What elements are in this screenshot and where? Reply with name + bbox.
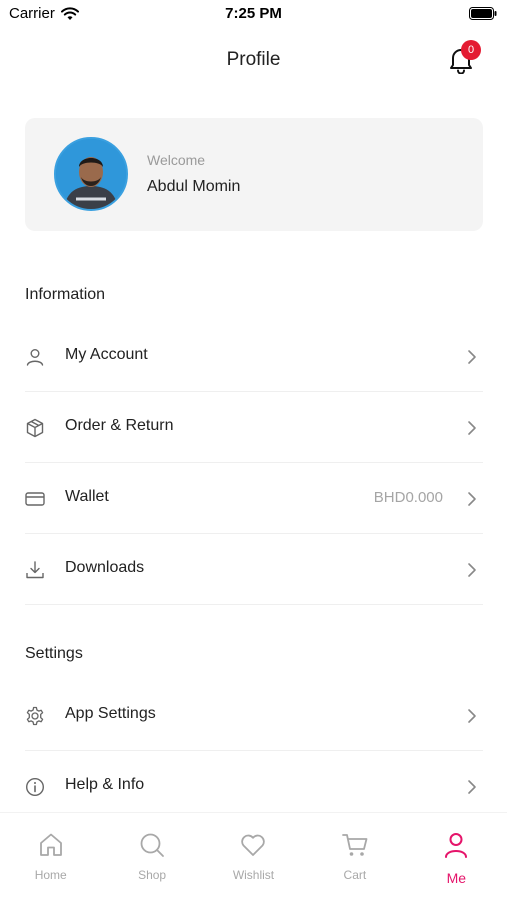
tab-cart[interactable]: Cart — [304, 813, 405, 900]
tab-wishlist[interactable]: Wishlist — [203, 813, 304, 900]
tab-shop[interactable]: Shop — [101, 813, 202, 900]
menu-item-app-settings[interactable]: App Settings — [25, 680, 483, 751]
avatar[interactable] — [54, 137, 128, 211]
wallet-balance: BHD0.000 — [373, 489, 443, 506]
section-title-information: Information — [25, 286, 106, 303]
menu-item-label: My Account — [65, 346, 148, 363]
menu-item-downloads[interactable]: Downloads — [25, 534, 483, 605]
menu-item-wallet[interactable]: Wallet BHD0.000 — [25, 463, 483, 534]
menu-item-label: App Settings — [65, 705, 156, 722]
menu-item-label: Downloads — [65, 559, 145, 576]
welcome-label: Welcome — [147, 152, 206, 168]
info-icon — [25, 777, 45, 797]
chevron-right-icon — [468, 421, 476, 435]
tab-me[interactable]: Me — [406, 813, 507, 900]
menu-item-my-account[interactable]: My Account — [25, 321, 483, 392]
person-icon — [445, 833, 468, 858]
tab-home[interactable]: Home — [0, 813, 101, 900]
chevron-right-icon — [468, 563, 476, 577]
chevron-right-icon — [468, 492, 476, 506]
cart-icon — [341, 834, 368, 856]
menu-item-label: Wallet — [65, 488, 109, 505]
menu-item-label: Help & Info — [65, 776, 145, 793]
chevron-right-icon — [468, 709, 476, 723]
notification-badge: 0 — [461, 40, 481, 60]
search-icon — [140, 833, 164, 857]
page-title: Profile — [226, 49, 281, 70]
chevron-right-icon — [468, 780, 476, 794]
card-icon — [25, 492, 45, 506]
user-name: Abdul Momin — [147, 178, 241, 195]
menu-item-order-return[interactable]: Order & Return — [25, 392, 483, 463]
user-icon — [26, 349, 44, 366]
section-title-settings: Settings — [25, 645, 83, 662]
box-icon — [26, 418, 44, 438]
chevron-right-icon — [468, 350, 476, 364]
profile-card[interactable]: Welcome Abdul Momin — [25, 118, 483, 231]
tab-label: Me — [446, 870, 467, 886]
home-icon — [39, 833, 62, 856]
clock: 7:25 PM — [225, 5, 282, 22]
menu-item-label: Order & Return — [65, 417, 174, 434]
tab-label: Home — [34, 868, 67, 882]
heart-icon — [241, 834, 266, 856]
download-icon — [26, 561, 44, 579]
tab-label: Shop — [138, 868, 167, 882]
tab-bar: Home Shop Wishlist Cart Me — [0, 812, 507, 900]
tab-label: Cart — [343, 868, 367, 882]
avatar-photo — [56, 139, 126, 209]
gear-icon — [26, 706, 44, 726]
tab-label: Wishlist — [232, 868, 275, 882]
battery-icon — [469, 7, 497, 20]
status-bar: Carrier 7:25 PM — [0, 0, 507, 28]
